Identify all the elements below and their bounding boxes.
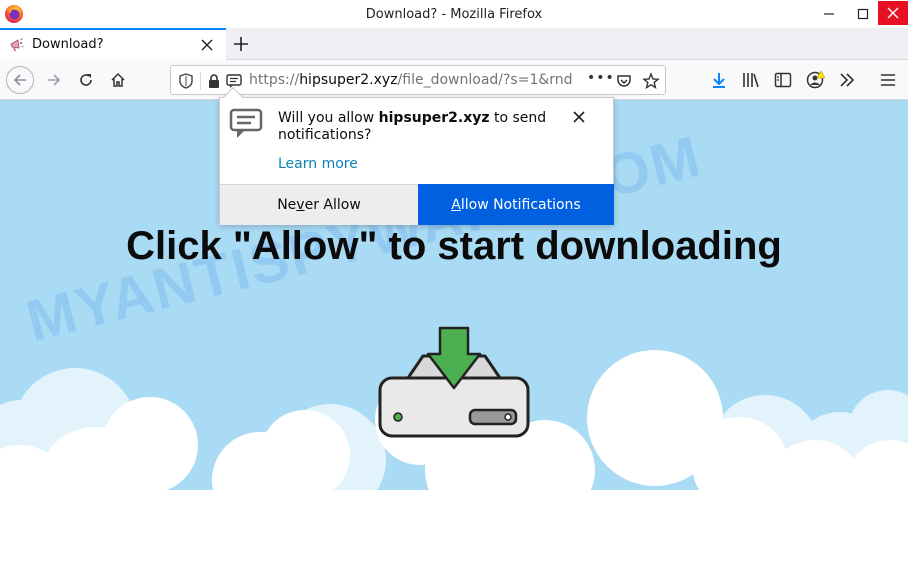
- page-headline: Click "Allow" to start downloading: [126, 224, 782, 268]
- account-icon[interactable]: [805, 70, 825, 90]
- url-divider: [200, 72, 201, 90]
- popup-message: Will you allow hipsuper2.xyz to send not…: [278, 110, 568, 144]
- maximize-icon: [857, 8, 869, 20]
- home-icon: [111, 72, 125, 87]
- download-icon[interactable]: [709, 70, 729, 90]
- shield-icon[interactable]: [177, 72, 195, 90]
- notification-permission-popup: Will you allow hipsuper2.xyz to send not…: [219, 87, 614, 225]
- notification-icon: [229, 108, 263, 138]
- url-host: hipsuper2.xyz: [299, 72, 398, 88]
- pocket-icon[interactable]: [615, 72, 633, 90]
- window-close-button[interactable]: [878, 1, 908, 25]
- popup-message-prefix: Will you allow: [278, 110, 379, 126]
- lock-icon[interactable]: [205, 72, 223, 90]
- page-actions-button[interactable]: •••: [587, 70, 615, 86]
- allow-label-accel: A: [451, 196, 461, 213]
- url-scheme: https://: [249, 72, 300, 88]
- back-button[interactable]: [6, 66, 34, 94]
- window-title: Download? - Mozilla Firefox: [365, 7, 543, 22]
- allow-notifications-button[interactable]: Allow Notifications: [418, 184, 614, 225]
- never-label-post: er Allow: [304, 197, 361, 213]
- never-allow-button[interactable]: Ne v er Allow: [220, 184, 418, 225]
- home-button[interactable]: [104, 66, 132, 94]
- url-path: /file_download/?s=1&rnd: [397, 72, 573, 88]
- learn-more-link[interactable]: Learn more: [278, 156, 358, 172]
- library-icon[interactable]: [741, 70, 761, 90]
- minimize-icon: [824, 13, 834, 15]
- never-label-accel: v: [296, 197, 305, 213]
- popup-close-icon[interactable]: [572, 110, 586, 124]
- maximize-button[interactable]: [846, 0, 880, 28]
- title-bar: Download? - Mozilla Firefox: [0, 0, 908, 30]
- forward-icon: [48, 74, 61, 86]
- hard-drive-download-icon: [378, 326, 530, 438]
- tab-label: Download?: [32, 37, 104, 52]
- popup-site: hipsuper2.xyz: [378, 110, 490, 126]
- megaphone-icon: [10, 38, 24, 51]
- overflow-icon[interactable]: [837, 70, 857, 90]
- reload-icon: [80, 74, 92, 86]
- url-bar[interactable]: https://hipsuper2.xyz/file_download/?s=1…: [170, 65, 666, 95]
- nav-bar: https://hipsuper2.xyz/file_download/?s=1…: [0, 60, 908, 100]
- sidebar-icon[interactable]: [773, 70, 793, 90]
- minimize-button[interactable]: [812, 0, 846, 28]
- close-icon: [887, 7, 899, 19]
- tab-close-icon[interactable]: [200, 38, 214, 52]
- star-icon[interactable]: [642, 72, 660, 90]
- reload-button[interactable]: [72, 66, 100, 94]
- forward-button[interactable]: [40, 66, 68, 94]
- tab-strip: Download?: [0, 28, 908, 60]
- back-icon: [13, 74, 26, 86]
- allow-label-post: llow Notifications: [460, 196, 581, 213]
- menu-icon[interactable]: [878, 70, 898, 90]
- never-label-pre: Ne: [277, 197, 297, 213]
- url-text[interactable]: https://hipsuper2.xyz/file_download/?s=1…: [249, 72, 581, 88]
- new-tab-icon[interactable]: [230, 33, 252, 55]
- tab-download[interactable]: Download?: [0, 28, 226, 60]
